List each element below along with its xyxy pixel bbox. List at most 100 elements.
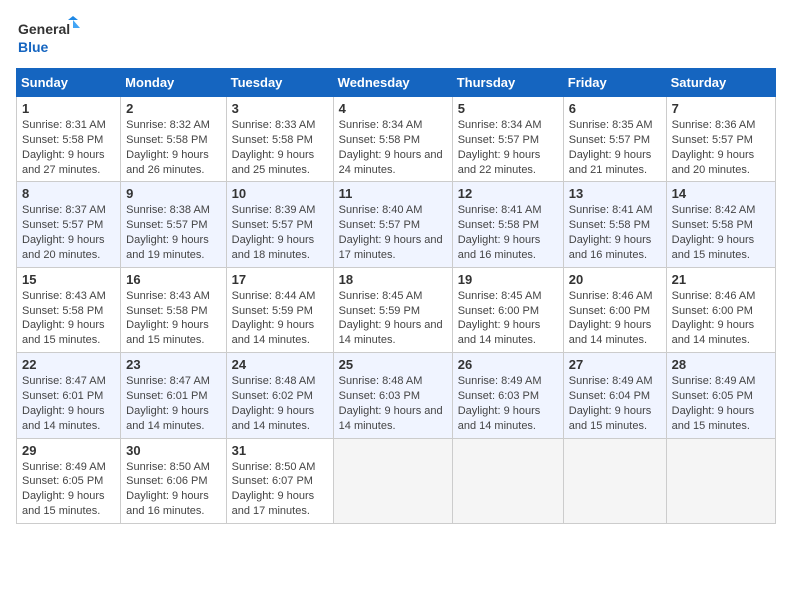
day-number: 8 <box>22 186 115 201</box>
column-header-wednesday: Wednesday <box>333 69 452 97</box>
header-row: SundayMondayTuesdayWednesdayThursdayFrid… <box>17 69 776 97</box>
day-info: Sunrise: 8:31 AMSunset: 5:58 PMDaylight:… <box>22 119 106 176</box>
column-header-sunday: Sunday <box>17 69 121 97</box>
day-number: 22 <box>22 357 115 372</box>
day-info: Sunrise: 8:50 AMSunset: 6:06 PMDaylight:… <box>126 461 210 518</box>
svg-text:Blue: Blue <box>18 39 49 55</box>
day-cell: 23 Sunrise: 8:47 AMSunset: 6:01 PMDayligh… <box>121 353 226 438</box>
day-info: Sunrise: 8:43 AMSunset: 5:58 PMDaylight:… <box>126 290 210 347</box>
day-info: Sunrise: 8:46 AMSunset: 6:00 PMDaylight:… <box>672 290 756 347</box>
day-cell: 16 Sunrise: 8:43 AMSunset: 5:58 PMDayligh… <box>121 267 226 352</box>
day-cell: 25 Sunrise: 8:48 AMSunset: 6:03 PMDayligh… <box>333 353 452 438</box>
day-info: Sunrise: 8:36 AMSunset: 5:57 PMDaylight:… <box>672 119 756 176</box>
day-number: 3 <box>232 101 328 116</box>
day-number: 29 <box>22 443 115 458</box>
day-number: 2 <box>126 101 220 116</box>
day-info: Sunrise: 8:41 AMSunset: 5:58 PMDaylight:… <box>458 204 542 261</box>
day-number: 24 <box>232 357 328 372</box>
day-number: 16 <box>126 272 220 287</box>
column-header-monday: Monday <box>121 69 226 97</box>
day-number: 23 <box>126 357 220 372</box>
day-cell: 31 Sunrise: 8:50 AMSunset: 6:07 PMDayligh… <box>226 438 333 523</box>
day-number: 10 <box>232 186 328 201</box>
day-number: 15 <box>22 272 115 287</box>
logo: General Blue <box>16 16 86 60</box>
day-info: Sunrise: 8:43 AMSunset: 5:58 PMDaylight:… <box>22 290 106 347</box>
day-number: 14 <box>672 186 770 201</box>
day-cell: 6 Sunrise: 8:35 AMSunset: 5:57 PMDaylight… <box>563 97 666 182</box>
day-info: Sunrise: 8:33 AMSunset: 5:58 PMDaylight:… <box>232 119 316 176</box>
day-number: 13 <box>569 186 661 201</box>
day-cell: 10 Sunrise: 8:39 AMSunset: 5:57 PMDayligh… <box>226 182 333 267</box>
day-cell: 21Sunrise: 8:46 AMSunset: 6:00 PMDayligh… <box>666 267 775 352</box>
column-header-thursday: Thursday <box>452 69 563 97</box>
day-cell: 17 Sunrise: 8:44 AMSunset: 5:59 PMDayligh… <box>226 267 333 352</box>
day-cell: 15 Sunrise: 8:43 AMSunset: 5:58 PMDayligh… <box>17 267 121 352</box>
day-cell: 14Sunrise: 8:42 AMSunset: 5:58 PMDayligh… <box>666 182 775 267</box>
day-info: Sunrise: 8:32 AMSunset: 5:58 PMDaylight:… <box>126 119 210 176</box>
day-number: 12 <box>458 186 558 201</box>
day-info: Sunrise: 8:45 AMSunset: 5:59 PMDaylight:… <box>339 290 443 347</box>
day-cell <box>333 438 452 523</box>
day-number: 28 <box>672 357 770 372</box>
week-row-5: 29 Sunrise: 8:49 AMSunset: 6:05 PMDayligh… <box>17 438 776 523</box>
day-number: 30 <box>126 443 220 458</box>
day-info: Sunrise: 8:46 AMSunset: 6:00 PMDaylight:… <box>569 290 653 347</box>
day-number: 25 <box>339 357 447 372</box>
column-header-saturday: Saturday <box>666 69 775 97</box>
logo-svg: General Blue <box>16 16 86 60</box>
day-cell: 8 Sunrise: 8:37 AMSunset: 5:57 PMDaylight… <box>17 182 121 267</box>
day-info: Sunrise: 8:40 AMSunset: 5:57 PMDaylight:… <box>339 204 443 261</box>
day-info: Sunrise: 8:48 AMSunset: 6:02 PMDaylight:… <box>232 375 316 432</box>
day-cell: 9Sunrise: 8:38 AMSunset: 5:57 PMDaylight… <box>121 182 226 267</box>
day-number: 19 <box>458 272 558 287</box>
day-info: Sunrise: 8:49 AMSunset: 6:03 PMDaylight:… <box>458 375 542 432</box>
column-header-tuesday: Tuesday <box>226 69 333 97</box>
day-number: 6 <box>569 101 661 116</box>
day-cell: 11 Sunrise: 8:40 AMSunset: 5:57 PMDayligh… <box>333 182 452 267</box>
day-cell: 1 Sunrise: 8:31 AMSunset: 5:58 PMDaylight… <box>17 97 121 182</box>
day-number: 5 <box>458 101 558 116</box>
day-info: Sunrise: 8:44 AMSunset: 5:59 PMDaylight:… <box>232 290 316 347</box>
week-row-1: 1 Sunrise: 8:31 AMSunset: 5:58 PMDaylight… <box>17 97 776 182</box>
day-number: 18 <box>339 272 447 287</box>
day-cell: 30 Sunrise: 8:50 AMSunset: 6:06 PMDayligh… <box>121 438 226 523</box>
day-info: Sunrise: 8:45 AMSunset: 6:00 PMDaylight:… <box>458 290 542 347</box>
day-info: Sunrise: 8:47 AMSunset: 6:01 PMDaylight:… <box>126 375 210 432</box>
day-number: 11 <box>339 186 447 201</box>
day-info: Sunrise: 8:49 AMSunset: 6:05 PMDaylight:… <box>672 375 756 432</box>
day-cell: 26 Sunrise: 8:49 AMSunset: 6:03 PMDayligh… <box>452 353 563 438</box>
day-cell <box>666 438 775 523</box>
day-cell: 28 Sunrise: 8:49 AMSunset: 6:05 PMDayligh… <box>666 353 775 438</box>
week-row-4: 22 Sunrise: 8:47 AMSunset: 6:01 PMDayligh… <box>17 353 776 438</box>
week-row-2: 8 Sunrise: 8:37 AMSunset: 5:57 PMDaylight… <box>17 182 776 267</box>
day-number: 9 <box>126 186 220 201</box>
day-info: Sunrise: 8:35 AMSunset: 5:57 PMDaylight:… <box>569 119 653 176</box>
day-number: 26 <box>458 357 558 372</box>
day-cell: 12 Sunrise: 8:41 AMSunset: 5:58 PMDayligh… <box>452 182 563 267</box>
day-cell: 24 Sunrise: 8:48 AMSunset: 6:02 PMDayligh… <box>226 353 333 438</box>
day-info: Sunrise: 8:49 AMSunset: 6:04 PMDaylight:… <box>569 375 653 432</box>
day-cell: 20 Sunrise: 8:46 AMSunset: 6:00 PMDayligh… <box>563 267 666 352</box>
day-number: 31 <box>232 443 328 458</box>
day-info: Sunrise: 8:47 AMSunset: 6:01 PMDaylight:… <box>22 375 106 432</box>
day-info: Sunrise: 8:49 AMSunset: 6:05 PMDaylight:… <box>22 461 106 518</box>
day-info: Sunrise: 8:48 AMSunset: 6:03 PMDaylight:… <box>339 375 443 432</box>
day-number: 20 <box>569 272 661 287</box>
day-cell: 2 Sunrise: 8:32 AMSunset: 5:58 PMDaylight… <box>121 97 226 182</box>
day-cell: 18 Sunrise: 8:45 AMSunset: 5:59 PMDayligh… <box>333 267 452 352</box>
day-cell: 13Sunrise: 8:41 AMSunset: 5:58 PMDayligh… <box>563 182 666 267</box>
day-info: Sunrise: 8:39 AMSunset: 5:57 PMDaylight:… <box>232 204 316 261</box>
day-cell: 22 Sunrise: 8:47 AMSunset: 6:01 PMDayligh… <box>17 353 121 438</box>
day-number: 27 <box>569 357 661 372</box>
day-number: 4 <box>339 101 447 116</box>
day-number: 1 <box>22 101 115 116</box>
day-cell: 19 Sunrise: 8:45 AMSunset: 6:00 PMDayligh… <box>452 267 563 352</box>
day-info: Sunrise: 8:50 AMSunset: 6:07 PMDaylight:… <box>232 461 316 518</box>
day-cell: 5Sunrise: 8:34 AMSunset: 5:57 PMDaylight… <box>452 97 563 182</box>
week-row-3: 15 Sunrise: 8:43 AMSunset: 5:58 PMDayligh… <box>17 267 776 352</box>
day-info: Sunrise: 8:37 AMSunset: 5:57 PMDaylight:… <box>22 204 106 261</box>
day-cell <box>563 438 666 523</box>
column-header-friday: Friday <box>563 69 666 97</box>
day-number: 17 <box>232 272 328 287</box>
